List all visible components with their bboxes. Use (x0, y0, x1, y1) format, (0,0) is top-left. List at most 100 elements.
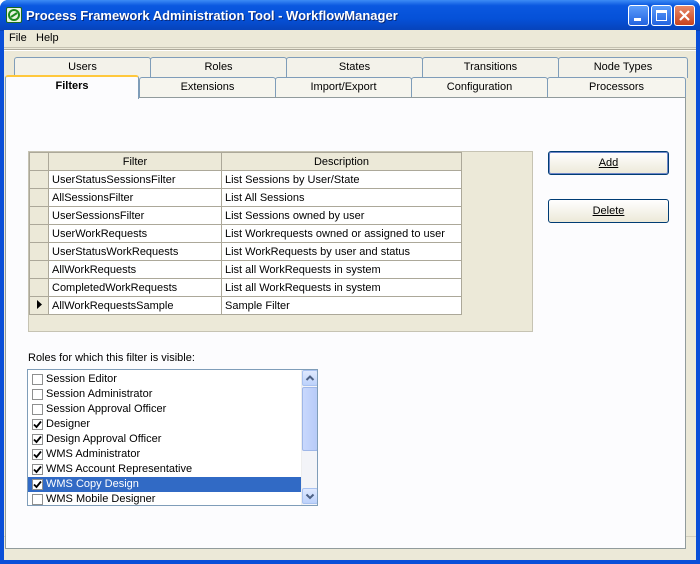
tab-transitions[interactable]: Transitions (422, 57, 559, 78)
checkbox-unchecked[interactable] (32, 404, 43, 415)
roles-checklist[interactable]: Session Editor Session Administrator Ses… (27, 369, 318, 506)
roles-scrollbar[interactable] (301, 370, 317, 505)
add-button[interactable]: Add (548, 151, 669, 175)
filter-cell[interactable]: AllWorkRequests (48, 260, 222, 279)
tab-configuration[interactable]: Configuration (411, 77, 548, 98)
filter-cell[interactable]: CompletedWorkRequests (48, 278, 222, 297)
role-label: Session Approval Officer (46, 403, 167, 415)
client-area: File Help Users Roles States Transitions… (4, 30, 696, 560)
checkbox-unchecked[interactable] (32, 494, 43, 505)
column-header-filter[interactable]: Filter (48, 152, 222, 171)
filters-grid[interactable]: Filter Description UserStatusSessionsFil… (28, 151, 533, 332)
tab-extensions[interactable]: Extensions (139, 77, 276, 98)
tab-node-types[interactable]: Node Types (558, 57, 688, 78)
role-item-wms-administrator[interactable]: WMS Administrator (28, 447, 301, 462)
filter-cell[interactable]: UserStatusSessionsFilter (48, 170, 222, 189)
role-item-wms-mobile-designer[interactable]: WMS Mobile Designer (28, 492, 301, 505)
roles-label: Roles for which this filter is visible: (28, 352, 195, 364)
table-row[interactable]: AllWorkRequestsSample Sample Filter (29, 296, 462, 315)
checkbox-checked[interactable] (32, 434, 43, 445)
role-label: WMS Mobile Designer (46, 493, 156, 505)
chevron-up-icon (305, 375, 315, 381)
description-cell[interactable]: Sample Filter (221, 296, 462, 315)
table-row[interactable]: UserSessionsFilter List Sessions owned by… (29, 206, 462, 225)
description-cell[interactable]: List all WorkRequests in system (221, 260, 462, 279)
scroll-up-button[interactable] (302, 370, 317, 386)
role-item-wms-copy-design[interactable]: WMS Copy Design (28, 477, 301, 492)
row-selector[interactable] (29, 170, 49, 189)
table-row[interactable]: UserStatusSessionsFilter List Sessions by… (29, 170, 462, 189)
delete-button[interactable]: Delete (548, 199, 669, 223)
current-row-arrow-icon (37, 299, 42, 309)
tab-import-export[interactable]: Import/Export (275, 77, 412, 98)
checkmark-icon (33, 420, 42, 429)
row-selector[interactable] (29, 188, 49, 207)
role-label: Session Editor (46, 373, 117, 385)
menu-bar: File Help (4, 30, 696, 48)
description-cell[interactable]: List All Sessions (221, 188, 462, 207)
filter-cell[interactable]: UserSessionsFilter (48, 206, 222, 225)
table-row[interactable]: AllSessionsFilter List All Sessions (29, 188, 462, 207)
delete-button-label: Delete (592, 205, 625, 217)
maximize-button[interactable] (651, 5, 672, 26)
checkbox-checked[interactable] (32, 419, 43, 430)
checkbox-checked[interactable] (32, 464, 43, 475)
role-label: WMS Copy Design (46, 478, 139, 490)
role-item-designer[interactable]: Designer (28, 417, 301, 432)
menu-file[interactable]: File (9, 32, 27, 44)
filter-cell[interactable]: AllWorkRequestsSample (48, 296, 222, 315)
menu-separator (4, 49, 696, 51)
row-selector[interactable] (29, 242, 49, 261)
description-cell[interactable]: List Sessions by User/State (221, 170, 462, 189)
tab-filters[interactable]: Filters (5, 75, 139, 99)
row-selector[interactable] (29, 296, 49, 315)
checkmark-icon (33, 450, 42, 459)
table-row[interactable]: UserStatusWorkRequests List WorkRequests … (29, 242, 462, 261)
tab-roles[interactable]: Roles (150, 57, 287, 78)
description-cell[interactable]: List all WorkRequests in system (221, 278, 462, 297)
role-label: Session Administrator (46, 388, 153, 400)
window-title: Process Framework Administration Tool - … (26, 8, 398, 23)
tab-states[interactable]: States (286, 57, 423, 78)
description-cell[interactable]: List WorkRequests by user and status (221, 242, 462, 261)
filter-cell[interactable]: UserStatusWorkRequests (48, 242, 222, 261)
role-item-design-approval-officer[interactable]: Design Approval Officer (28, 432, 301, 447)
filters-table: Filter Description UserStatusSessionsFil… (29, 152, 462, 315)
table-row[interactable]: AllWorkRequests List all WorkRequests in … (29, 260, 462, 279)
role-item-session-editor[interactable]: Session Editor (28, 372, 301, 387)
role-item-session-approval-officer[interactable]: Session Approval Officer (28, 402, 301, 417)
checkbox-unchecked[interactable] (32, 374, 43, 385)
row-selector[interactable] (29, 206, 49, 225)
table-row[interactable]: CompletedWorkRequests List all WorkReques… (29, 278, 462, 297)
close-button[interactable] (674, 5, 695, 26)
column-header-description[interactable]: Description (221, 152, 462, 171)
row-selector[interactable] (29, 224, 49, 243)
menu-help[interactable]: Help (36, 32, 59, 44)
chevron-down-icon (305, 493, 315, 500)
role-label: WMS Administrator (46, 448, 141, 460)
row-selector-header (29, 152, 49, 171)
tab-processors[interactable]: Processors (547, 77, 686, 98)
row-selector[interactable] (29, 260, 49, 279)
filters-tab-panel: Filter Description UserStatusSessionsFil… (5, 97, 686, 549)
scroll-down-button[interactable] (302, 488, 317, 504)
filter-cell[interactable]: UserWorkRequests (48, 224, 222, 243)
filter-cell[interactable]: AllSessionsFilter (48, 188, 222, 207)
role-item-session-administrator[interactable]: Session Administrator (28, 387, 301, 402)
app-icon[interactable] (6, 7, 22, 23)
description-cell[interactable]: List Sessions owned by user (221, 206, 462, 225)
role-label: Designer (46, 418, 91, 430)
row-selector[interactable] (29, 278, 49, 297)
table-row[interactable]: UserWorkRequests List Workrequests owned … (29, 224, 462, 243)
checkbox-unchecked[interactable] (32, 389, 43, 400)
checkbox-checked[interactable] (32, 479, 43, 490)
role-label: Design Approval Officer (46, 433, 162, 445)
description-cell[interactable]: List Workrequests owned or assigned to u… (221, 224, 462, 243)
scroll-thumb[interactable] (302, 387, 317, 451)
title-bar[interactable]: Process Framework Administration Tool - … (0, 0, 700, 31)
checkmark-icon (33, 465, 42, 474)
role-item-wms-account-representative[interactable]: WMS Account Representative (28, 462, 301, 477)
add-button-label: Add (598, 157, 619, 169)
checkbox-checked[interactable] (32, 449, 43, 460)
minimize-button[interactable] (628, 5, 649, 26)
